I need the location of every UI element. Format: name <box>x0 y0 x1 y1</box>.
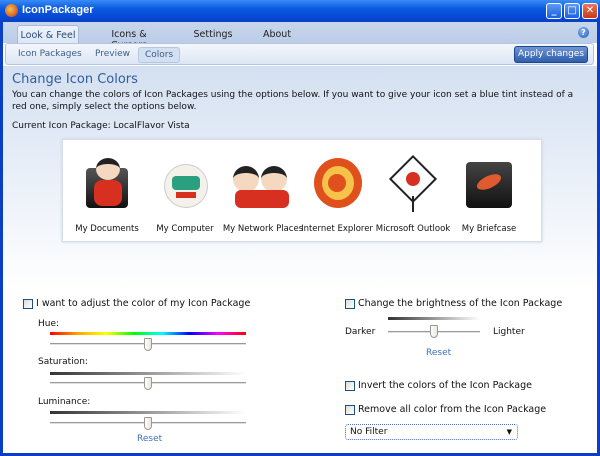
darker-label: Darker <box>345 327 376 337</box>
brightness-gradient <box>388 317 480 320</box>
hue-slider-thumb[interactable] <box>144 338 152 351</box>
tab-about[interactable]: About <box>255 25 299 43</box>
invert-colors-checkbox[interactable]: Invert the colors of the Icon Package <box>345 380 532 391</box>
subtab-colors[interactable]: Colors <box>138 47 181 63</box>
subtab-icon-packages[interactable]: Icon Packages <box>12 47 88 63</box>
documents-icon <box>82 156 132 212</box>
hue-spectrum <box>50 332 246 335</box>
maximize-button[interactable]: □ <box>564 3 580 19</box>
checkbox-box[interactable] <box>345 404 355 415</box>
computer-icon <box>160 156 210 212</box>
icon-my-documents: My Documents <box>69 156 145 234</box>
icon-my-computer: My Computer <box>147 156 223 234</box>
help-icon[interactable]: ? <box>578 27 589 38</box>
network-icon <box>231 156 295 212</box>
chevron-down-icon: ▼ <box>506 428 512 436</box>
tab-icons-cursors[interactable]: Icons & Cursors <box>93 25 165 51</box>
saturation-label: Saturation: <box>38 357 88 367</box>
main-tabs: Look & Feel Icons & Cursors Settings Abo… <box>3 22 597 51</box>
close-button[interactable]: ✕ <box>582 3 598 19</box>
adjust-color-checkbox[interactable]: I want to adjust the color of my Icon Pa… <box>23 298 250 309</box>
sub-tabs: Icon Packages Preview Colors Apply chang… <box>5 43 594 65</box>
luminance-label: Luminance: <box>38 397 91 407</box>
brightness-reset-link[interactable]: Reset <box>426 348 451 358</box>
checkbox-box[interactable] <box>23 298 33 309</box>
minimize-button[interactable]: _ <box>546 3 562 19</box>
icon-my-network-places: My Network Places <box>223 156 303 234</box>
apply-changes-button[interactable]: Apply changes <box>514 46 588 63</box>
subtab-preview[interactable]: Preview <box>89 47 136 63</box>
internet-explorer-icon <box>312 156 362 212</box>
briefcase-icon <box>464 156 514 212</box>
brightness-checkbox[interactable]: Change the brightness of the Icon Packag… <box>345 298 562 309</box>
page-title: Change Icon Colors <box>12 72 138 87</box>
saturation-gradient <box>50 372 246 375</box>
brightness-slider-thumb[interactable] <box>430 325 438 338</box>
lighter-label: Lighter <box>493 327 525 337</box>
page-description: You can change the colors of Icon Packag… <box>12 90 574 112</box>
filter-dropdown[interactable]: No Filter ▼ <box>345 424 518 440</box>
icon-internet-explorer: Internet Explorer <box>299 156 375 234</box>
luminance-gradient <box>50 411 246 414</box>
icon-preview-panel: My Documents My Computer My Network Plac… <box>62 139 542 242</box>
hue-label: Hue: <box>38 319 60 329</box>
tab-look-and-feel[interactable]: Look & Feel <box>17 25 79 43</box>
luminance-slider-thumb[interactable] <box>144 417 152 430</box>
saturation-slider-thumb[interactable] <box>144 377 152 390</box>
current-icon-package: Current Icon Package: LocalFlavor Vista <box>12 121 190 131</box>
remove-color-checkbox[interactable]: Remove all color from the Icon Package <box>345 404 546 415</box>
checkbox-box[interactable] <box>345 380 355 391</box>
app-icon <box>5 4 18 17</box>
color-reset-link[interactable]: Reset <box>137 434 162 444</box>
checkbox-box[interactable] <box>345 298 355 309</box>
icon-my-briefcase: My Briefcase <box>451 156 527 234</box>
title-bar: IconPackager _ □ ✕ <box>0 0 600 22</box>
icon-microsoft-outlook: Microsoft Outlook <box>375 154 451 234</box>
window-title: IconPackager <box>22 4 94 16</box>
outlook-icon <box>388 154 438 212</box>
tab-settings[interactable]: Settings <box>188 25 238 43</box>
